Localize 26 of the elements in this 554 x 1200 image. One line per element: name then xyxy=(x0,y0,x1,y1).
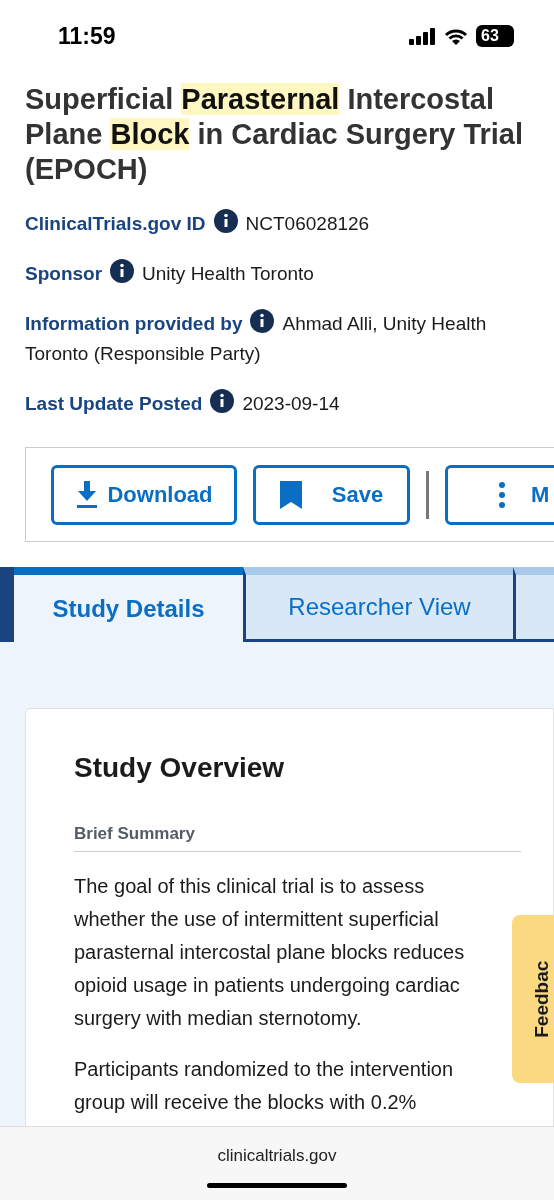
download-icon xyxy=(75,480,100,509)
trial-title: Superficial Parasternal Intercostal Plane Block in Cardiac Surgery Trial (EPOCH) xyxy=(25,82,525,187)
bookmark-icon xyxy=(279,480,302,509)
section-subtitle: Brief Summary xyxy=(74,821,521,852)
tab[interactable]: Researcher View xyxy=(243,567,513,642)
section-title: Study Overview xyxy=(74,751,286,785)
wifi-icon xyxy=(444,27,468,45)
meta-row: Information provided by Ahmad Alli, Unity Health Toronto (Responsible Party) xyxy=(25,309,529,369)
summary-paragraph: The goal of this clinical trial is to assess whether the use of intermittent superficial parasternal intercostal plane blocks reduces opioid usage in patients undergoing cardiac surgery with median sternotomy. xyxy=(74,873,466,1031)
info-icon[interactable] xyxy=(210,389,235,413)
meta-row: Sponsor Unity Health Toronto xyxy=(25,259,529,289)
info-icon[interactable] xyxy=(250,309,275,333)
signal-icon xyxy=(409,27,436,45)
meta-row: ClinicalTrials.gov ID NCT06028126 xyxy=(25,209,529,239)
summary-paragraph: Participants randomized to the intervention group will receive the blocks with 0.2% xyxy=(74,1056,455,1115)
more-button[interactable]: M xyxy=(445,464,554,525)
download-button[interactable]: Download xyxy=(51,464,237,525)
info-icon[interactable] xyxy=(213,209,238,233)
meta-row: Last Update Posted 2023-09-14 xyxy=(25,389,529,419)
more-icon xyxy=(498,481,506,508)
feedback-tab[interactable]: Feedbac xyxy=(512,915,554,1083)
status-time: 11:59 xyxy=(58,21,116,51)
info-icon[interactable] xyxy=(110,259,135,283)
save-button[interactable]: Save xyxy=(253,464,410,525)
battery-indicator: 63 xyxy=(476,25,514,47)
url-text[interactable]: clinicaltrials.gov xyxy=(217,1143,337,1169)
